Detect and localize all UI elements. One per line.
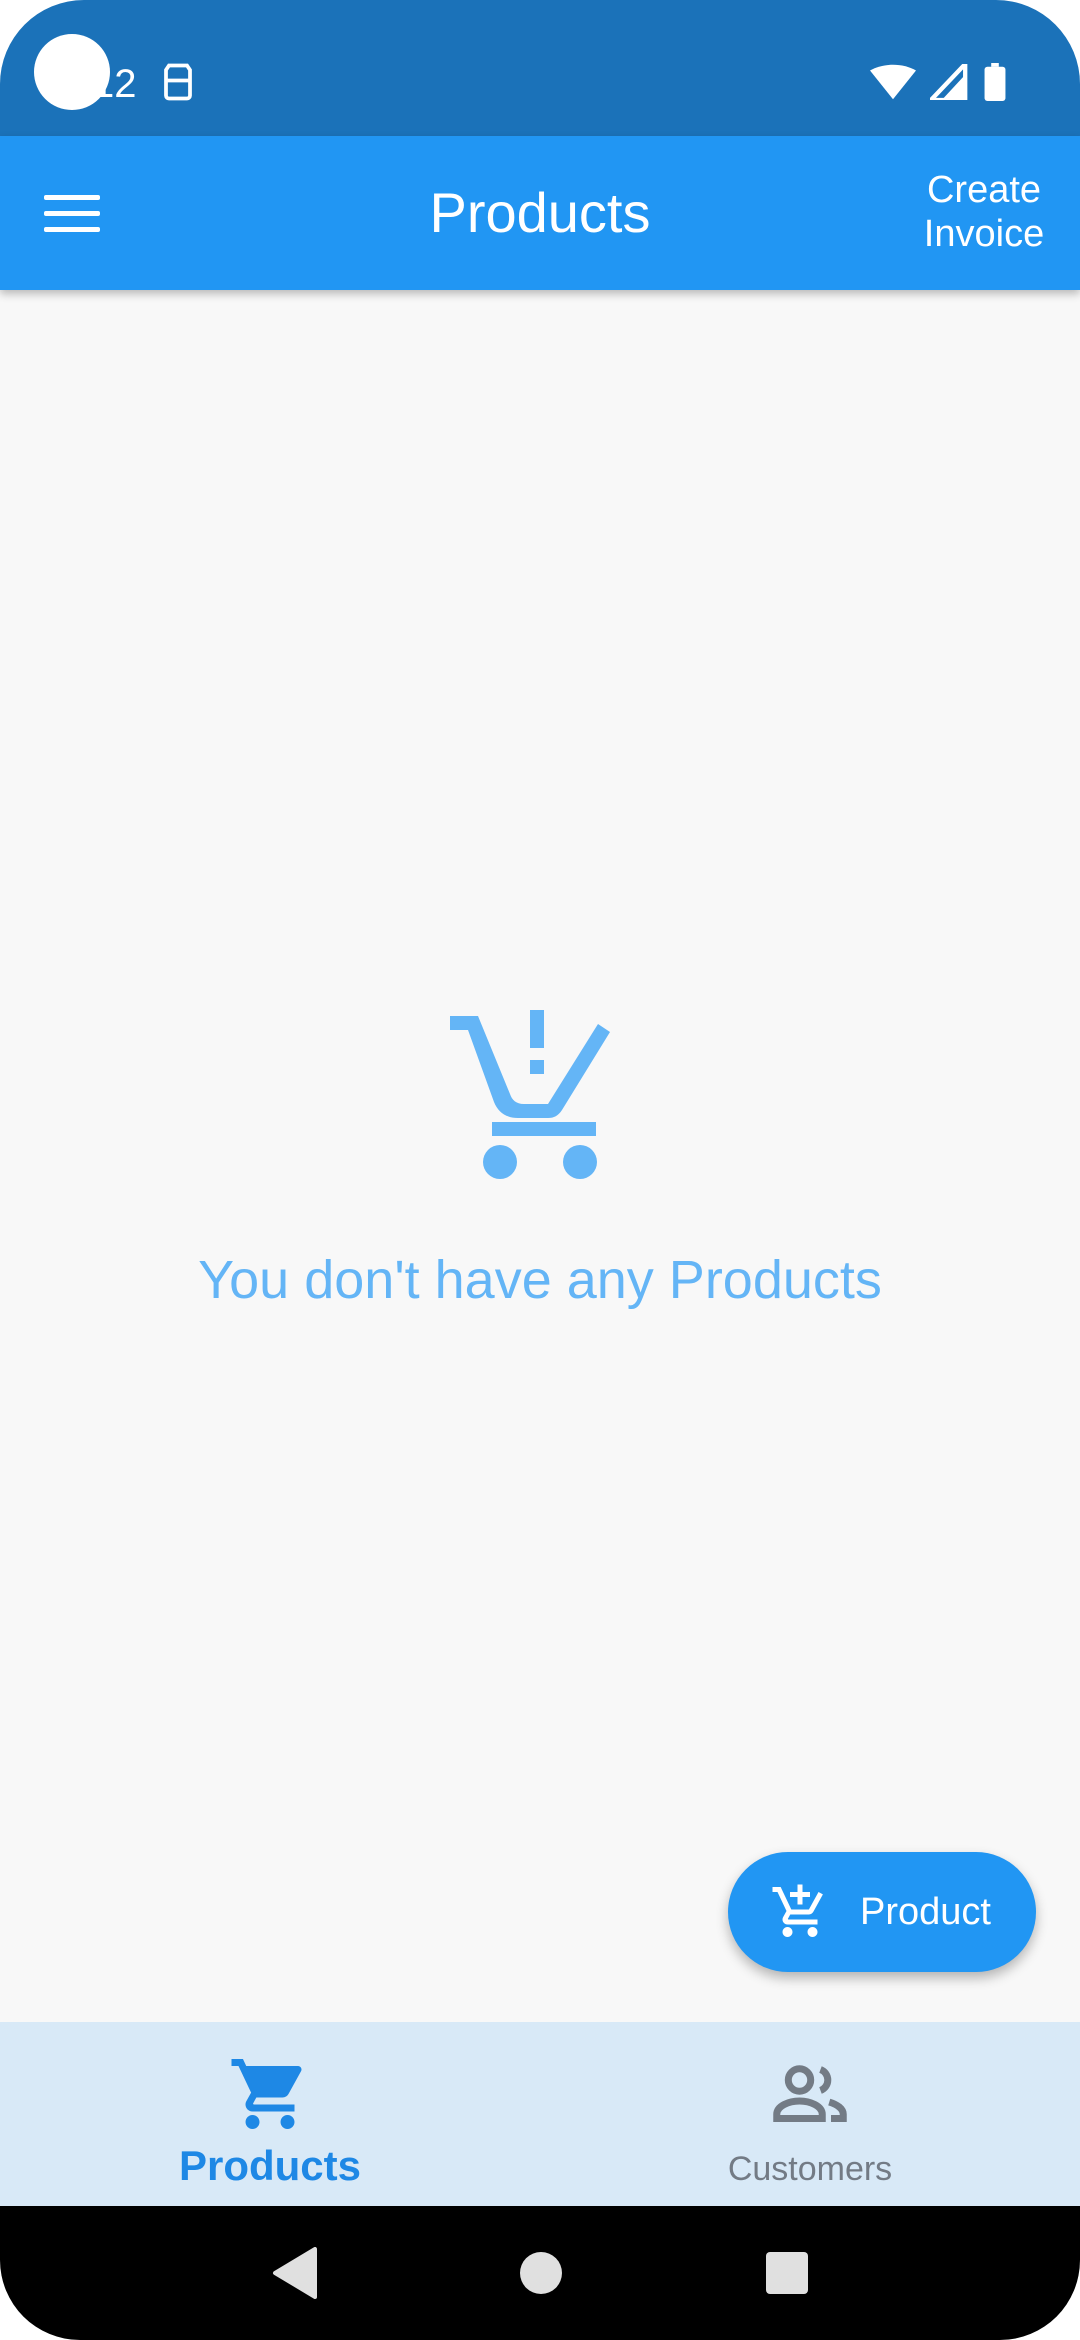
remove-shopping-cart-exclaim-icon — [450, 1010, 610, 1179]
create-invoice-label-line2: Invoice — [923, 213, 1045, 255]
battery-icon — [984, 63, 1006, 101]
recents-icon[interactable] — [765, 2251, 809, 2295]
bottom-nav-customers-label: Customers — [727, 2150, 893, 2188]
bottom-nav-customers[interactable]: Customers — [540, 2022, 1080, 2206]
create-invoice-label-line1: Create — [926, 169, 1042, 211]
app-bar: Products Create Invoice — [0, 136, 1080, 290]
shopping-cart-icon — [231, 2059, 302, 2129]
phone-screen: 12 Products Create Invoice You don't hav… — [0, 0, 1080, 2340]
status-bar: 12 — [0, 0, 1080, 136]
wifi-icon — [870, 64, 916, 100]
add-product-fab[interactable]: Product — [728, 1852, 1036, 1972]
back-icon[interactable] — [271, 2247, 317, 2299]
add-product-fab-label: Product — [860, 1890, 991, 1933]
people-icon — [773, 2065, 847, 2122]
bottom-nav-products-label: Products — [178, 2142, 362, 2189]
camera-dot — [34, 34, 110, 110]
home-icon[interactable] — [519, 2251, 563, 2295]
system-status-icons — [870, 60, 1008, 104]
empty-state-message: You don't have any Products — [198, 1250, 882, 1310]
system-navigation-bar — [0, 2206, 1080, 2340]
bottom-nav-products[interactable]: Products — [0, 2022, 540, 2206]
add-shopping-cart-icon — [772, 1884, 823, 1937]
cell-signal-icon — [930, 64, 968, 100]
bottom-navigation: Products Customers — [0, 2022, 1080, 2206]
create-invoice-button[interactable]: Create Invoice — [914, 168, 1054, 256]
sim-notification-icon — [164, 63, 192, 101]
